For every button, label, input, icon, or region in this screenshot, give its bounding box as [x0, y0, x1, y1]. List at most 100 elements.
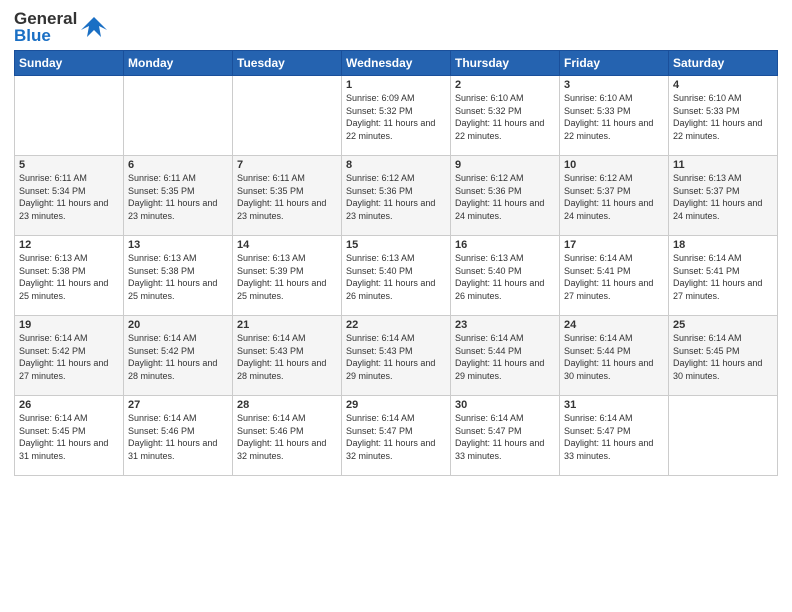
day-info: Sunrise: 6:13 AMSunset: 5:39 PMDaylight:… [237, 252, 337, 302]
calendar-cell: 30Sunrise: 6:14 AMSunset: 5:47 PMDayligh… [451, 396, 560, 476]
day-number: 30 [455, 399, 555, 411]
day-number: 14 [237, 239, 337, 251]
calendar-cell: 16Sunrise: 6:13 AMSunset: 5:40 PMDayligh… [451, 236, 560, 316]
calendar-week-row: 26Sunrise: 6:14 AMSunset: 5:45 PMDayligh… [15, 396, 778, 476]
day-number: 7 [237, 159, 337, 171]
calendar-cell: 29Sunrise: 6:14 AMSunset: 5:47 PMDayligh… [342, 396, 451, 476]
calendar-cell: 11Sunrise: 6:13 AMSunset: 5:37 PMDayligh… [669, 156, 778, 236]
day-info: Sunrise: 6:14 AMSunset: 5:47 PMDaylight:… [455, 412, 555, 462]
logo: General Blue [14, 10, 109, 44]
day-number: 28 [237, 399, 337, 411]
day-info: Sunrise: 6:14 AMSunset: 5:45 PMDaylight:… [673, 332, 773, 382]
logo-general: General [14, 10, 77, 27]
calendar-cell: 4Sunrise: 6:10 AMSunset: 5:33 PMDaylight… [669, 76, 778, 156]
calendar-cell: 13Sunrise: 6:13 AMSunset: 5:38 PMDayligh… [124, 236, 233, 316]
day-info: Sunrise: 6:12 AMSunset: 5:37 PMDaylight:… [564, 172, 664, 222]
day-number: 27 [128, 399, 228, 411]
day-info: Sunrise: 6:14 AMSunset: 5:44 PMDaylight:… [564, 332, 664, 382]
calendar-cell: 7Sunrise: 6:11 AMSunset: 5:35 PMDaylight… [233, 156, 342, 236]
day-info: Sunrise: 6:12 AMSunset: 5:36 PMDaylight:… [346, 172, 446, 222]
calendar-cell: 19Sunrise: 6:14 AMSunset: 5:42 PMDayligh… [15, 316, 124, 396]
day-info: Sunrise: 6:14 AMSunset: 5:47 PMDaylight:… [346, 412, 446, 462]
day-number: 19 [19, 319, 119, 331]
calendar-cell: 27Sunrise: 6:14 AMSunset: 5:46 PMDayligh… [124, 396, 233, 476]
calendar-cell: 20Sunrise: 6:14 AMSunset: 5:42 PMDayligh… [124, 316, 233, 396]
day-info: Sunrise: 6:13 AMSunset: 5:40 PMDaylight:… [346, 252, 446, 302]
logo-bird-icon [79, 12, 109, 42]
day-of-week-header: Sunday [15, 51, 124, 76]
day-info: Sunrise: 6:10 AMSunset: 5:33 PMDaylight:… [673, 92, 773, 142]
day-number: 12 [19, 239, 119, 251]
calendar-cell [669, 396, 778, 476]
calendar-cell: 22Sunrise: 6:14 AMSunset: 5:43 PMDayligh… [342, 316, 451, 396]
day-of-week-header: Monday [124, 51, 233, 76]
logo-blue-text: Blue [14, 27, 77, 44]
calendar-cell: 9Sunrise: 6:12 AMSunset: 5:36 PMDaylight… [451, 156, 560, 236]
day-info: Sunrise: 6:14 AMSunset: 5:42 PMDaylight:… [19, 332, 119, 382]
calendar-cell: 26Sunrise: 6:14 AMSunset: 5:45 PMDayligh… [15, 396, 124, 476]
day-info: Sunrise: 6:13 AMSunset: 5:38 PMDaylight:… [128, 252, 228, 302]
day-info: Sunrise: 6:11 AMSunset: 5:35 PMDaylight:… [237, 172, 337, 222]
day-info: Sunrise: 6:14 AMSunset: 5:46 PMDaylight:… [237, 412, 337, 462]
calendar-cell [233, 76, 342, 156]
calendar-header-row: SundayMondayTuesdayWednesdayThursdayFrid… [15, 51, 778, 76]
day-info: Sunrise: 6:14 AMSunset: 5:43 PMDaylight:… [237, 332, 337, 382]
day-number: 16 [455, 239, 555, 251]
day-info: Sunrise: 6:13 AMSunset: 5:40 PMDaylight:… [455, 252, 555, 302]
calendar-cell: 17Sunrise: 6:14 AMSunset: 5:41 PMDayligh… [560, 236, 669, 316]
calendar-week-row: 1Sunrise: 6:09 AMSunset: 5:32 PMDaylight… [15, 76, 778, 156]
day-number: 15 [346, 239, 446, 251]
day-of-week-header: Wednesday [342, 51, 451, 76]
calendar-cell: 24Sunrise: 6:14 AMSunset: 5:44 PMDayligh… [560, 316, 669, 396]
page: General Blue SundayMondayTuesdayWednesda… [0, 0, 792, 612]
calendar-cell: 2Sunrise: 6:10 AMSunset: 5:32 PMDaylight… [451, 76, 560, 156]
day-of-week-header: Thursday [451, 51, 560, 76]
day-info: Sunrise: 6:10 AMSunset: 5:33 PMDaylight:… [564, 92, 664, 142]
calendar-cell: 21Sunrise: 6:14 AMSunset: 5:43 PMDayligh… [233, 316, 342, 396]
day-number: 29 [346, 399, 446, 411]
calendar-cell: 3Sunrise: 6:10 AMSunset: 5:33 PMDaylight… [560, 76, 669, 156]
day-number: 31 [564, 399, 664, 411]
day-of-week-header: Saturday [669, 51, 778, 76]
day-info: Sunrise: 6:10 AMSunset: 5:32 PMDaylight:… [455, 92, 555, 142]
calendar-cell: 1Sunrise: 6:09 AMSunset: 5:32 PMDaylight… [342, 76, 451, 156]
day-info: Sunrise: 6:09 AMSunset: 5:32 PMDaylight:… [346, 92, 446, 142]
calendar-cell: 8Sunrise: 6:12 AMSunset: 5:36 PMDaylight… [342, 156, 451, 236]
day-number: 6 [128, 159, 228, 171]
day-info: Sunrise: 6:12 AMSunset: 5:36 PMDaylight:… [455, 172, 555, 222]
calendar-week-row: 12Sunrise: 6:13 AMSunset: 5:38 PMDayligh… [15, 236, 778, 316]
day-number: 8 [346, 159, 446, 171]
day-number: 20 [128, 319, 228, 331]
day-number: 23 [455, 319, 555, 331]
day-info: Sunrise: 6:14 AMSunset: 5:47 PMDaylight:… [564, 412, 664, 462]
day-number: 10 [564, 159, 664, 171]
day-number: 26 [19, 399, 119, 411]
calendar-cell [15, 76, 124, 156]
calendar-cell: 23Sunrise: 6:14 AMSunset: 5:44 PMDayligh… [451, 316, 560, 396]
day-number: 4 [673, 79, 773, 91]
day-number: 17 [564, 239, 664, 251]
day-number: 25 [673, 319, 773, 331]
calendar-cell: 6Sunrise: 6:11 AMSunset: 5:35 PMDaylight… [124, 156, 233, 236]
day-info: Sunrise: 6:14 AMSunset: 5:41 PMDaylight:… [673, 252, 773, 302]
day-of-week-header: Tuesday [233, 51, 342, 76]
calendar-cell: 28Sunrise: 6:14 AMSunset: 5:46 PMDayligh… [233, 396, 342, 476]
calendar-week-row: 19Sunrise: 6:14 AMSunset: 5:42 PMDayligh… [15, 316, 778, 396]
calendar-cell: 25Sunrise: 6:14 AMSunset: 5:45 PMDayligh… [669, 316, 778, 396]
day-number: 18 [673, 239, 773, 251]
day-info: Sunrise: 6:13 AMSunset: 5:38 PMDaylight:… [19, 252, 119, 302]
day-info: Sunrise: 6:11 AMSunset: 5:34 PMDaylight:… [19, 172, 119, 222]
calendar-cell: 15Sunrise: 6:13 AMSunset: 5:40 PMDayligh… [342, 236, 451, 316]
day-of-week-header: Friday [560, 51, 669, 76]
day-info: Sunrise: 6:14 AMSunset: 5:46 PMDaylight:… [128, 412, 228, 462]
day-number: 1 [346, 79, 446, 91]
day-number: 9 [455, 159, 555, 171]
day-number: 11 [673, 159, 773, 171]
day-number: 13 [128, 239, 228, 251]
calendar-cell [124, 76, 233, 156]
day-number: 3 [564, 79, 664, 91]
calendar-cell: 31Sunrise: 6:14 AMSunset: 5:47 PMDayligh… [560, 396, 669, 476]
day-info: Sunrise: 6:14 AMSunset: 5:43 PMDaylight:… [346, 332, 446, 382]
calendar-cell: 5Sunrise: 6:11 AMSunset: 5:34 PMDaylight… [15, 156, 124, 236]
day-number: 22 [346, 319, 446, 331]
